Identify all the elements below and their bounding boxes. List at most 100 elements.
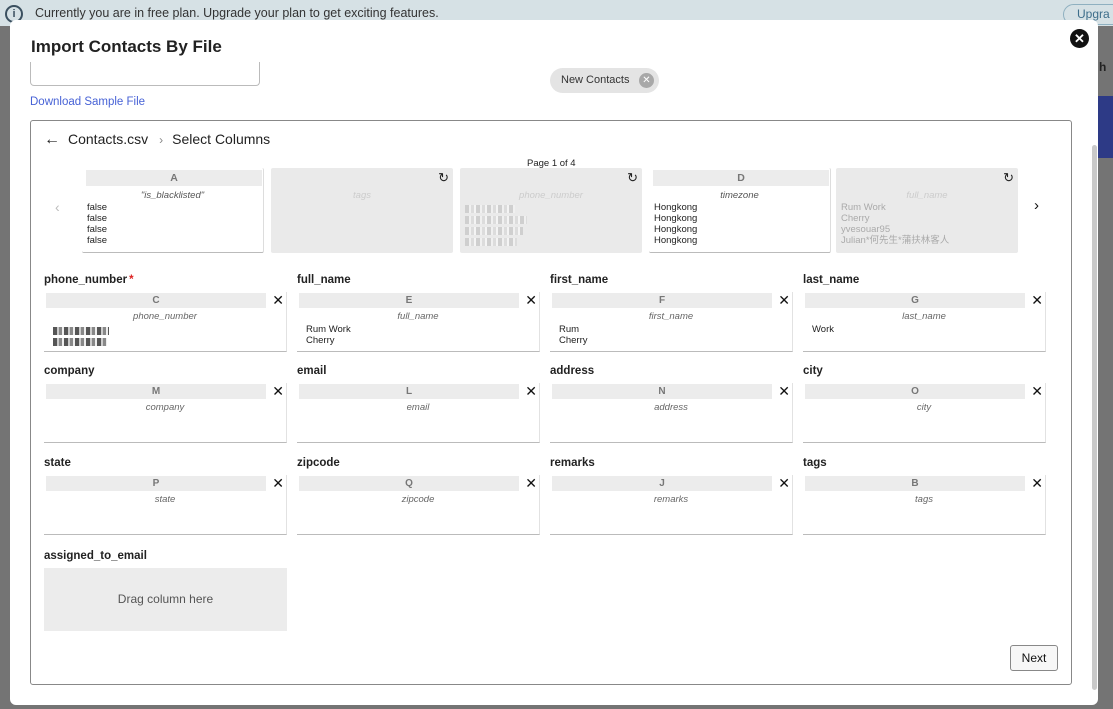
- mapped-column-slot[interactable]: F ✕ first_name Rum Cherry: [550, 292, 793, 352]
- column-letter: D: [653, 170, 829, 186]
- field-label: email: [297, 365, 327, 377]
- mapped-column-slot[interactable]: E ✕ full_name Rum Work Cherry: [297, 292, 540, 352]
- field-zipcode: zipcode Q ✕ zipcode: [297, 457, 540, 535]
- column-values: Rum Cherry: [559, 324, 588, 346]
- redacted-value: [465, 216, 527, 224]
- column-values: Rum Work Cherry yvesouar95 Julian*何先生*蒲扶林客人: [841, 202, 949, 246]
- remove-icon[interactable]: ✕: [778, 292, 790, 308]
- remove-icon[interactable]: ✕: [272, 475, 284, 491]
- redacted-value: [465, 227, 523, 235]
- drop-zone[interactable]: Drag column here: [44, 568, 287, 631]
- field-label: city: [803, 365, 823, 377]
- column-header: state: [154, 494, 176, 505]
- mapped-column-slot[interactable]: B ✕ tags: [803, 475, 1046, 535]
- remove-icon[interactable]: ✕: [1031, 292, 1043, 308]
- field-last-name: last_name G ✕ last_name Work: [803, 274, 1046, 352]
- column-header: company: [145, 402, 185, 413]
- reset-icon[interactable]: ↻: [1003, 170, 1014, 186]
- column-letter: G: [805, 293, 1025, 308]
- column-mapping-panel: ← Contacts.csv › Select Columns Page 1 of 4…: [30, 120, 1072, 685]
- column-value: Cherry: [306, 335, 335, 346]
- mapped-column-slot[interactable]: G ✕ last_name Work: [803, 292, 1046, 352]
- column-header: zipcode: [401, 494, 435, 505]
- column-value: false: [87, 224, 108, 235]
- column-letter: Q: [299, 476, 519, 491]
- column-values: false false false false: [87, 202, 107, 246]
- column-letter: L: [299, 384, 519, 399]
- remove-icon[interactable]: ✕: [778, 475, 790, 491]
- column-value: Cherry: [841, 213, 870, 224]
- remove-icon[interactable]: ✕: [778, 383, 790, 399]
- close-icon[interactable]: ✕: [1070, 29, 1089, 48]
- redacted-value: [465, 205, 515, 213]
- remove-icon[interactable]: ✕: [272, 383, 284, 399]
- prev-page-icon[interactable]: ‹: [55, 199, 60, 215]
- remove-icon[interactable]: ✕: [525, 383, 537, 399]
- mapped-column-slot[interactable]: M ✕ company: [44, 383, 287, 443]
- field-full-name: full_name E ✕ full_name Rum Work Cherry: [297, 274, 540, 352]
- mapped-column-slot[interactable]: Q ✕ zipcode: [297, 475, 540, 535]
- file-input[interactable]: [30, 62, 260, 86]
- field-label: address: [550, 365, 595, 377]
- back-arrow-icon[interactable]: ←: [44, 131, 60, 148]
- field-phone-number: phone_number * C ✕ phone_number: [44, 274, 287, 352]
- mapped-column-slot[interactable]: J ✕ remarks: [550, 475, 793, 535]
- column-header: full_name: [906, 190, 948, 201]
- remove-icon[interactable]: ✕: [272, 292, 284, 308]
- field-label: tags: [803, 457, 827, 469]
- column-header: email: [406, 402, 430, 413]
- column-values: Hongkong Hongkong Hongkong Hongkong: [654, 202, 697, 246]
- source-column-card[interactable]: ↻ full_name Rum Work Cherry yvesouar95 Julian…: [836, 168, 1018, 253]
- column-header: full_name: [397, 311, 439, 322]
- column-value: Hongkong: [654, 224, 698, 235]
- mapped-column-slot[interactable]: N ✕ address: [550, 383, 793, 443]
- redacted-value: [53, 327, 109, 335]
- column-header: tags: [353, 190, 371, 201]
- reset-icon[interactable]: ↻: [438, 170, 449, 186]
- field-label: state: [44, 457, 71, 469]
- column-value: Rum Work: [306, 324, 351, 335]
- column-header: phone_number: [133, 311, 197, 322]
- source-column-card[interactable]: A "is_blacklisted" false false false false: [82, 168, 264, 253]
- source-column-card[interactable]: ↻ tags: [271, 168, 453, 253]
- column-value: false: [87, 202, 108, 213]
- source-column-card[interactable]: Dtimezone Hongkong Hongkong Hongkong Hongkon…: [649, 168, 831, 253]
- remove-icon[interactable]: ✕: [525, 475, 537, 491]
- remove-icon[interactable]: ✕: [525, 292, 537, 308]
- column-header: last_name: [902, 311, 946, 322]
- column-header: phone_number: [519, 190, 583, 201]
- field-label: first_name: [550, 274, 609, 286]
- next-page-icon[interactable]: ›: [1034, 197, 1039, 214]
- chip-remove-icon[interactable]: ✕: [639, 73, 654, 88]
- field-label: zipcode: [297, 457, 340, 469]
- download-sample-link[interactable]: Download Sample File: [30, 96, 145, 108]
- mapped-column-slot[interactable]: P ✕ state: [44, 475, 287, 535]
- column-letter: E: [299, 293, 519, 308]
- column-letter: P: [46, 476, 266, 491]
- mapped-column-slot[interactable]: C ✕ phone_number: [44, 292, 287, 352]
- field-address: address N ✕ address: [550, 365, 793, 443]
- column-letter: J: [552, 476, 772, 491]
- column-value: Rum Work: [841, 202, 886, 213]
- column-header: timezone: [720, 190, 759, 201]
- column-values: [53, 324, 109, 349]
- next-button[interactable]: Next: [1010, 645, 1058, 671]
- column-letter: N: [552, 384, 772, 399]
- reset-icon[interactable]: ↻: [627, 170, 638, 186]
- remove-icon[interactable]: ✕: [1031, 383, 1043, 399]
- field-state: state P ✕ state: [44, 457, 287, 535]
- column-value: yvesouar95: [841, 224, 891, 235]
- remove-icon[interactable]: ✕: [1031, 475, 1043, 491]
- import-contacts-modal: Import Contacts By File ✕ Download Sampl…: [10, 20, 1098, 705]
- breadcrumb-file[interactable]: Contacts.csv: [68, 131, 148, 147]
- mapped-column-slot[interactable]: O ✕ city: [803, 383, 1046, 443]
- source-column-card[interactable]: ↻ phone_number: [460, 168, 642, 253]
- redacted-value: [465, 238, 517, 246]
- column-letter: O: [805, 384, 1025, 399]
- backdrop-header-bar: [1098, 96, 1113, 158]
- mapped-column-slot[interactable]: L ✕ email: [297, 383, 540, 443]
- scrollbar[interactable]: [1092, 145, 1097, 690]
- field-first-name: first_name F ✕ first_name Rum Cherry: [550, 274, 793, 352]
- field-tags: tags B ✕ tags: [803, 457, 1046, 535]
- modal-title: Import Contacts By File: [31, 37, 222, 56]
